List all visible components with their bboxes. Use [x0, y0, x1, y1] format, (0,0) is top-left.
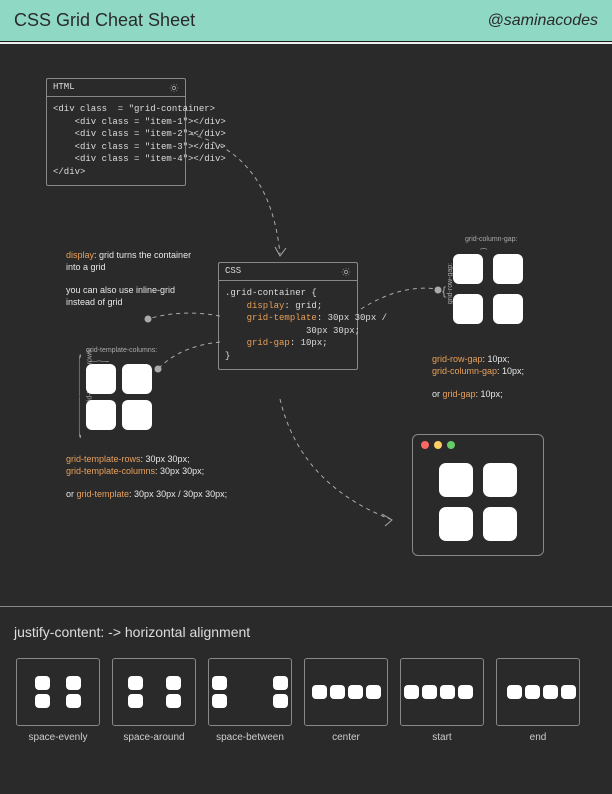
- arrow-icon: [270, 394, 410, 534]
- grid-cell: [483, 463, 517, 497]
- css-code-box: CSS .grid-container { display: grid; gri…: [218, 262, 358, 370]
- grid-cell: [493, 294, 523, 324]
- bracket-left: ⎧⎩: [77, 355, 81, 440]
- jc-label: end: [496, 732, 580, 743]
- jc-label: center: [304, 732, 388, 743]
- grid-cell: [439, 507, 473, 541]
- content-area: HTML <div class = "grid-container> <div …: [0, 44, 612, 794]
- grid-cell: [493, 254, 523, 284]
- jc-start: start: [400, 658, 484, 743]
- jc-label: space-around: [112, 732, 196, 743]
- jc-end: end: [496, 658, 580, 743]
- grid-cell: [483, 507, 517, 541]
- template-note: grid-template-rows: 30px 30px; grid-temp…: [66, 454, 227, 501]
- gear-icon: [169, 83, 179, 93]
- page-title: CSS Grid Cheat Sheet: [14, 10, 195, 31]
- window-controls: [413, 435, 543, 455]
- arrow-icon: [356, 279, 446, 319]
- arrow-icon: [180, 124, 310, 264]
- grid-cell: [439, 463, 473, 497]
- grid-cell: [122, 364, 152, 394]
- grid-cell: [86, 364, 116, 394]
- display-note: display: grid turns the container into a…: [66, 250, 196, 308]
- code-box-header: HTML: [47, 79, 185, 97]
- gap-mini-grid: [453, 254, 523, 324]
- result-window: [412, 434, 544, 556]
- html-code-box: HTML <div class = "grid-container> <div …: [46, 78, 186, 186]
- gtc-label: grid-template-columns:: [86, 347, 157, 354]
- jc-space-around: space-around: [112, 658, 196, 743]
- header: CSS Grid Cheat Sheet @saminacodes: [0, 0, 612, 42]
- justify-content-row: space-evenly space-around space-between: [16, 658, 580, 743]
- jc-space-evenly: space-evenly: [16, 658, 100, 743]
- html-code-body: <div class = "grid-container> <div class…: [47, 97, 185, 185]
- divider: [0, 606, 612, 607]
- arrow-icon: [140, 304, 230, 334]
- jc-label: space-evenly: [16, 732, 100, 743]
- gap-note: grid-row-gap: 10px; grid-column-gap: 10p…: [432, 354, 524, 401]
- close-dot-icon: [421, 441, 429, 449]
- gcg-label: grid-column-gap:: [465, 236, 518, 243]
- code-box-header: CSS: [219, 263, 357, 281]
- grid-cell: [122, 400, 152, 430]
- author-handle: @saminacodes: [487, 12, 598, 30]
- grid-cell: [453, 294, 483, 324]
- minimize-dot-icon: [434, 441, 442, 449]
- jc-label: space-between: [208, 732, 292, 743]
- jc-space-between: space-between: [208, 658, 292, 743]
- jc-center: center: [304, 658, 388, 743]
- template-mini-grid: [86, 364, 152, 430]
- arrow-icon: [150, 334, 230, 374]
- css-label: CSS: [225, 265, 241, 278]
- justify-content-heading: justify-content: -> horizontal alignment: [14, 624, 250, 640]
- maximize-dot-icon: [447, 441, 455, 449]
- grid-cell: [453, 254, 483, 284]
- result-grid: [439, 463, 517, 541]
- html-label: HTML: [53, 81, 75, 94]
- jc-label: start: [400, 732, 484, 743]
- gear-icon: [341, 267, 351, 277]
- css-code-body: .grid-container { display: grid; grid-te…: [219, 281, 357, 369]
- grid-cell: [86, 400, 116, 430]
